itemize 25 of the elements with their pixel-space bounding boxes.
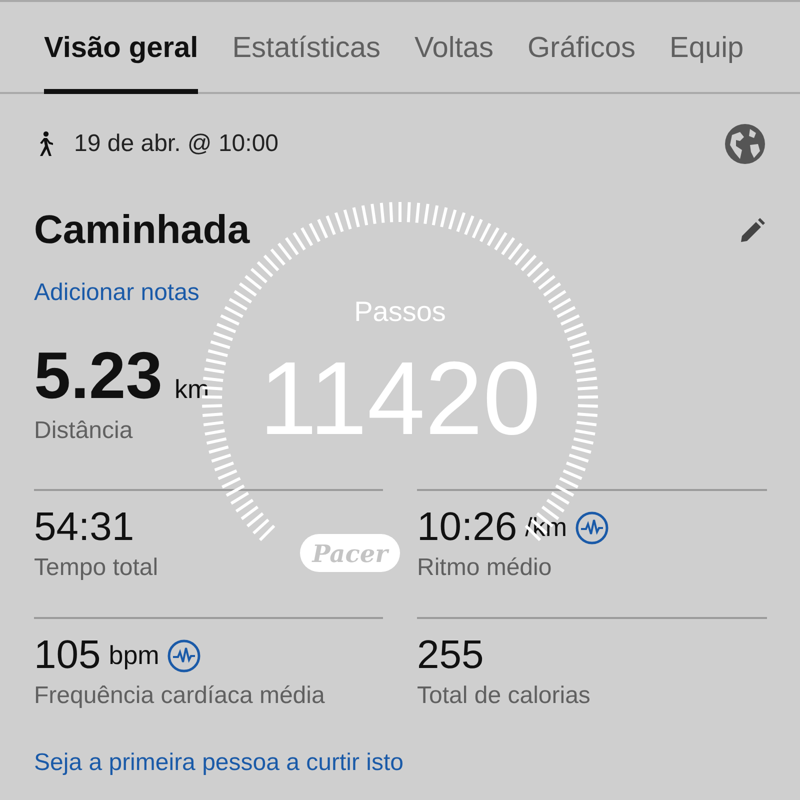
- stat-value: 255: [417, 633, 484, 678]
- stat-value: 10:26: [417, 505, 518, 550]
- stat-label: Tempo total: [34, 554, 158, 582]
- tab[interactable]: Visão geral: [44, 32, 198, 94]
- tab[interactable]: Estatísticas: [232, 32, 380, 94]
- globe-icon[interactable]: [724, 123, 766, 165]
- stat-label: Frequência cardíaca média: [34, 682, 325, 710]
- stat-label: Total de calorias: [417, 682, 590, 710]
- heart-rate-icon[interactable]: [167, 638, 202, 672]
- tab[interactable]: Gráficos: [528, 32, 636, 94]
- stat-value: 105: [34, 633, 101, 678]
- distance-value: 5.23: [34, 337, 162, 413]
- like-link[interactable]: Seja a primeira pessoa a curtir isto: [34, 749, 404, 777]
- heart-rate-icon[interactable]: [575, 510, 609, 544]
- tab[interactable]: Equip: [669, 32, 744, 94]
- stat-value: 54:31: [34, 505, 134, 550]
- app-badge: Pacer: [300, 534, 400, 572]
- stat-label: Ritmo médio: [417, 554, 552, 582]
- edit-icon[interactable]: [738, 216, 766, 244]
- stat-unit: bpm: [108, 640, 160, 671]
- add-notes-link[interactable]: Adicionar notas: [34, 279, 200, 307]
- activity-title: Caminhada: [34, 208, 250, 253]
- activity-date: 19 de abr. @ 10:00: [74, 130, 279, 158]
- distance-label: Distância: [34, 417, 133, 445]
- tab[interactable]: Voltas: [414, 32, 494, 94]
